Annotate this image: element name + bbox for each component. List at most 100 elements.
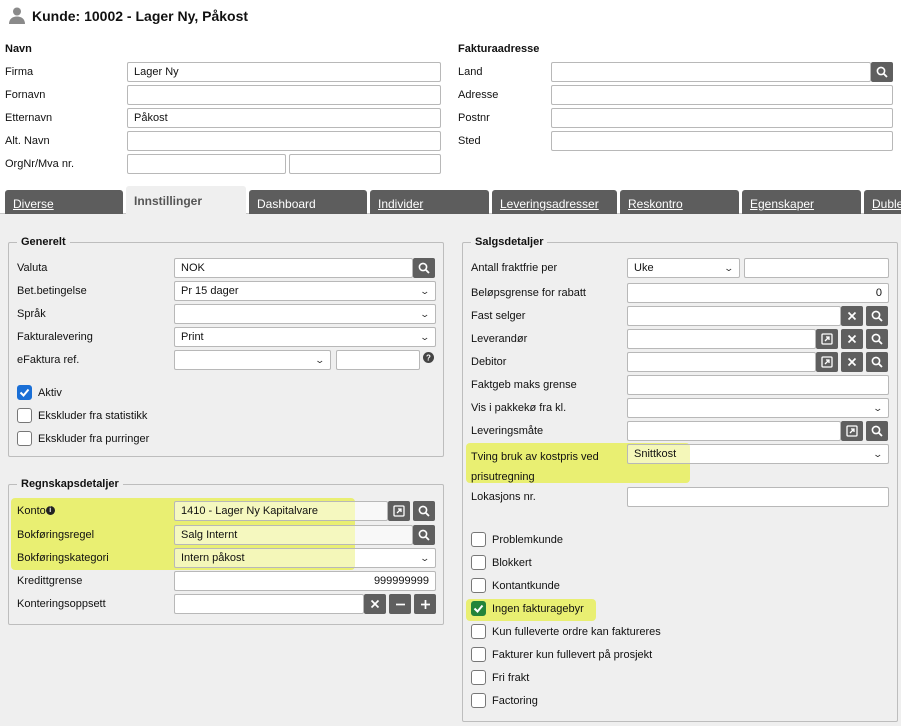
plus-icon (420, 599, 430, 609)
efaktura-label: eFaktura ref. (17, 354, 80, 366)
fornavn-input[interactable] (127, 85, 441, 105)
checkmark-icon (19, 388, 30, 397)
pakkeko-label: Vis i pakkekø fra kl. (471, 402, 567, 414)
leverandor-search-button[interactable] (866, 329, 888, 349)
ekskl-stat-checkbox[interactable] (17, 408, 32, 423)
debitor-open-button[interactable] (816, 352, 838, 372)
tab-egenskaper[interactable]: Egenskaper (742, 190, 861, 214)
levmate-search-button[interactable] (866, 421, 888, 441)
kontering-input[interactable] (174, 594, 364, 614)
check-row[interactable]: Kun fulleverte ordre kan faktureres (471, 624, 661, 639)
efaktura-select[interactable]: ⌄ (174, 350, 331, 370)
fakturalevering-select[interactable]: Print ⌄ (174, 327, 436, 347)
external-link-icon (821, 356, 833, 368)
search-icon (418, 529, 430, 541)
tving-select[interactable]: Snittkost ⌄ (627, 444, 889, 464)
kontering-clear-button[interactable] (364, 594, 386, 614)
ekskl-purr-label: Ekskluder fra purringer (38, 432, 150, 445)
selger-search-button[interactable] (866, 306, 888, 326)
fraktfrie-count-input[interactable] (744, 258, 889, 278)
help-icon[interactable]: ? (423, 352, 434, 366)
valuta-input[interactable]: NOK (174, 258, 413, 278)
belop-label: Beløpsgrense for rabatt (471, 287, 586, 299)
debitor-search-button[interactable] (866, 352, 888, 372)
kun-fulleverte-checkbox[interactable] (471, 624, 486, 639)
aktiv-label: Aktiv (38, 386, 62, 399)
blokkert-checkbox[interactable] (471, 555, 486, 570)
sprak-select[interactable]: ⌄ (174, 304, 436, 324)
tab-duble[interactable]: Duble (864, 190, 901, 214)
fakturer-fullevert-checkbox[interactable] (471, 647, 486, 662)
factoring-checkbox[interactable] (471, 693, 486, 708)
bokregel-input[interactable]: Salg Internt (174, 525, 413, 545)
aktiv-checkbox[interactable] (17, 385, 32, 400)
svg-text:?: ? (426, 354, 431, 363)
tab-innstillinger[interactable]: Innstillinger (126, 186, 246, 215)
kontering-minus-button[interactable] (389, 594, 411, 614)
check-row[interactable]: Kontantkunde (471, 578, 560, 593)
check-row[interactable]: Blokkert (471, 555, 532, 570)
pakkeko-select[interactable]: ⌄ (627, 398, 889, 418)
fraktfrie-select[interactable]: Uke ⌄ (627, 258, 740, 278)
sted-input[interactable] (551, 131, 893, 151)
orgnr-input[interactable] (127, 154, 286, 174)
konto-open-button[interactable] (388, 501, 410, 521)
fakturalevering-label: Fakturalevering (17, 331, 93, 343)
debitor-clear-button[interactable] (841, 352, 863, 372)
info-icon[interactable]: i (45, 506, 55, 515)
tab-dashboard[interactable]: Dashboard (249, 190, 367, 214)
belop-input[interactable]: 0 (627, 283, 889, 303)
lokasjon-input[interactable] (627, 487, 889, 507)
ekskl-purr-row[interactable]: Ekskluder fra purringer (17, 431, 149, 446)
selger-input[interactable] (627, 306, 841, 326)
adresse-input[interactable] (551, 85, 893, 105)
chevron-down-icon: ⌄ (872, 448, 884, 459)
check-row[interactable]: Fri frakt (471, 670, 529, 685)
kreditt-input[interactable]: 999999999 (174, 571, 436, 591)
land-search-button[interactable] (871, 62, 893, 82)
check-row[interactable]: Factoring (471, 693, 538, 708)
bokregel-search-button[interactable] (413, 525, 435, 545)
bokkat-select[interactable]: Intern påkost ⌄ (174, 548, 436, 568)
tab-reskontro[interactable]: Reskontro (620, 190, 739, 214)
altnavn-input[interactable] (127, 131, 441, 151)
aktiv-row[interactable]: Aktiv (17, 385, 62, 400)
mva-input[interactable] (289, 154, 441, 174)
problemkunde-checkbox[interactable] (471, 532, 486, 547)
sprak-label: Språk (17, 308, 46, 320)
tab-individer[interactable]: Individer (370, 190, 489, 214)
levmate-open-button[interactable] (841, 421, 863, 441)
firma-input[interactable]: Lager Ny (127, 62, 441, 82)
kontantkunde-checkbox[interactable] (471, 578, 486, 593)
etternavn-input[interactable]: Påkost (127, 108, 441, 128)
leverandor-open-button[interactable] (816, 329, 838, 349)
leverandor-input[interactable] (627, 329, 816, 349)
tab-leveringsadresser[interactable]: Leveringsadresser (492, 190, 617, 214)
fri-frakt-checkbox[interactable] (471, 670, 486, 685)
check-row[interactable]: Problemkunde (471, 532, 563, 547)
efaktura-ref-input[interactable] (336, 350, 420, 370)
kontering-add-button[interactable] (414, 594, 436, 614)
debitor-input[interactable] (627, 352, 816, 372)
bet-label: Bet.betingelse (17, 285, 87, 297)
leverandor-clear-button[interactable] (841, 329, 863, 349)
fornavn-label: Fornavn (5, 89, 46, 101)
valuta-search-button[interactable] (413, 258, 435, 278)
fraktfrie-label: Antall fraktfrie per (471, 262, 558, 274)
chevron-down-icon: ⌄ (419, 285, 431, 296)
ingen-fakturagebyr-checkbox[interactable] (471, 601, 486, 616)
land-input[interactable] (551, 62, 871, 82)
check-row[interactable]: Fakturer kun fullevert på prosjekt (471, 647, 652, 662)
faktgeb-input[interactable] (627, 375, 889, 395)
konto-input[interactable]: 1410 - Lager Ny Kapitalvare (174, 501, 388, 521)
page-title-text: Kunde: 10002 - Lager Ny, Påkost (32, 8, 249, 24)
check-row[interactable]: Ingen fakturagebyr (471, 601, 584, 616)
ekskl-purr-checkbox[interactable] (17, 431, 32, 446)
levmate-input[interactable] (627, 421, 841, 441)
tab-diverse[interactable]: Diverse (5, 190, 123, 214)
selger-clear-button[interactable] (841, 306, 863, 326)
postnr-input[interactable] (551, 108, 893, 128)
ekskl-stat-row[interactable]: Ekskluder fra statistikk (17, 408, 147, 423)
konto-search-button[interactable] (413, 501, 435, 521)
bet-select[interactable]: Pr 15 dager ⌄ (174, 281, 436, 301)
